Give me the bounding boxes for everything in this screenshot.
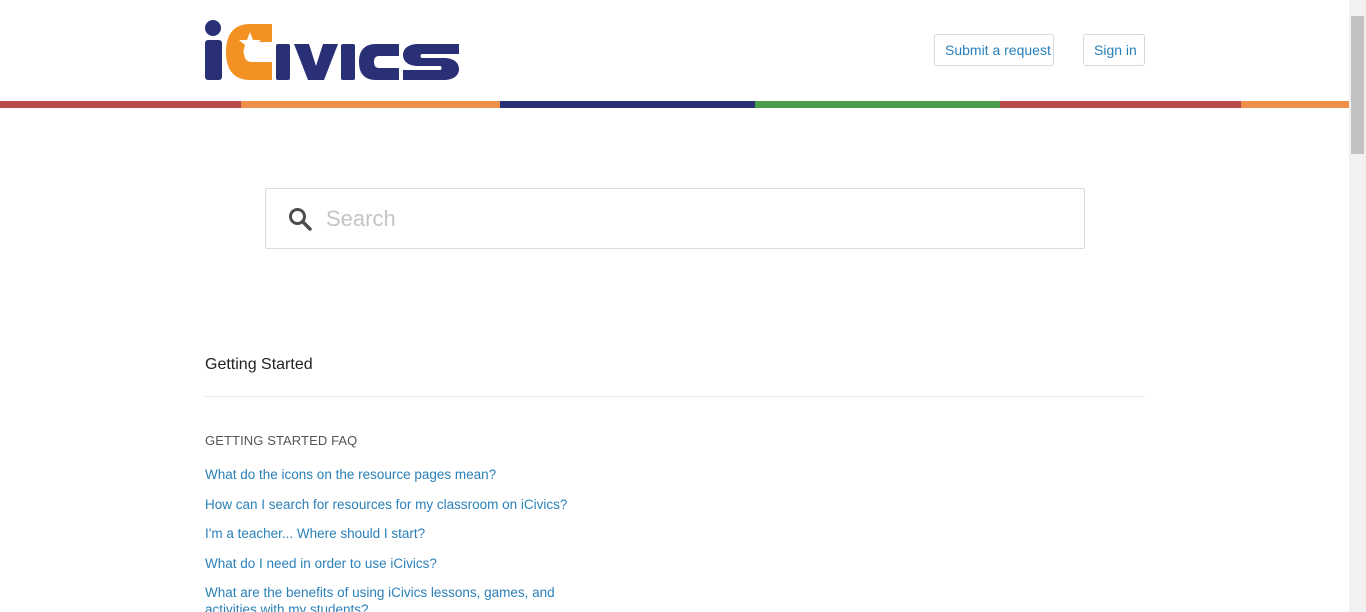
section-title[interactable]: Getting Started xyxy=(205,355,313,375)
submit-request-button[interactable]: Submit a request xyxy=(934,34,1054,66)
stripe-segment xyxy=(0,101,241,108)
color-stripe xyxy=(0,101,1349,108)
stripe-segment xyxy=(241,101,500,108)
help-center-page: Submit a request Sign in Getting Started… xyxy=(0,0,1366,612)
search-box xyxy=(265,188,1085,249)
search-input[interactable] xyxy=(324,199,1068,239)
article-link[interactable]: What do I need in order to use iCivics? xyxy=(205,555,625,572)
article-link[interactable]: What do the icons on the resource pages … xyxy=(205,466,625,483)
stripe-segment xyxy=(1241,101,1349,108)
section-divider xyxy=(205,396,1145,397)
stripe-segment xyxy=(500,101,755,108)
icivics-logo-mark xyxy=(205,20,459,80)
article-link[interactable]: How can I search for resources for my cl… xyxy=(205,496,625,513)
stripe-segment xyxy=(1000,101,1241,108)
subsection-title[interactable]: GETTING STARTED FAQ xyxy=(205,433,357,449)
scrollbar-thumb[interactable] xyxy=(1351,16,1364,154)
article-list: What do the icons on the resource pages … xyxy=(205,466,625,612)
scrollbar[interactable] xyxy=(1349,0,1366,612)
article-link[interactable]: I'm a teacher... Where should I start? xyxy=(205,525,625,542)
stripe-segment xyxy=(755,101,1000,108)
article-link[interactable]: What are the benefits of using iCivics l… xyxy=(205,584,605,612)
icivics-logo[interactable] xyxy=(204,18,460,82)
search-icon[interactable] xyxy=(288,207,312,231)
header: Submit a request Sign in xyxy=(0,0,1349,101)
sign-in-button[interactable]: Sign in xyxy=(1083,34,1145,66)
